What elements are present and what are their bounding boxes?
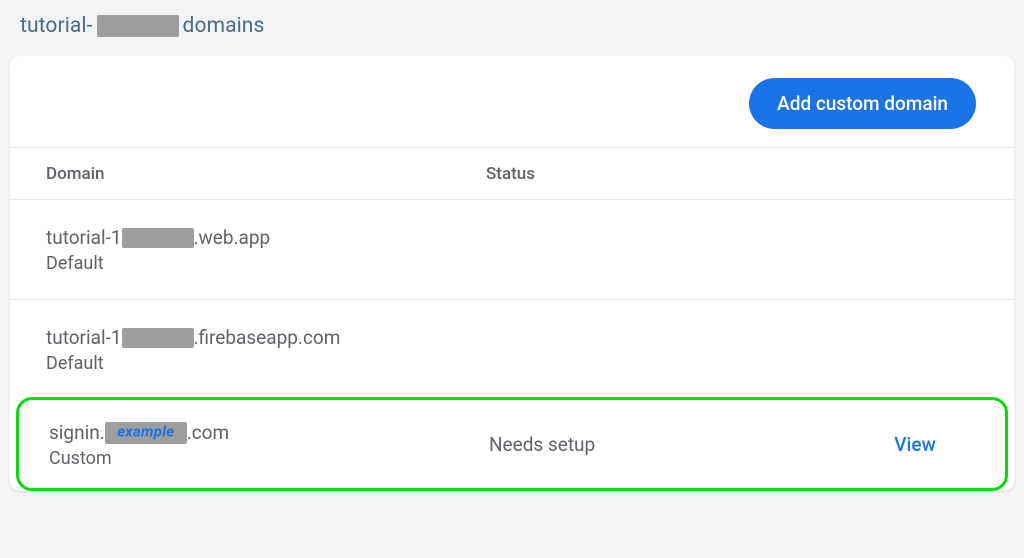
domain-type: Default (46, 253, 486, 274)
domain-name: tutorial-1.firebaseapp.com (46, 325, 486, 351)
table-header: Domain Status (10, 147, 1014, 199)
domains-card: Add custom domain Domain Status tutorial… (10, 56, 1014, 491)
domain-name: signin.example.com (49, 420, 489, 446)
domain-status: Needs setup (489, 433, 595, 456)
domain-name: tutorial-1.web.app (46, 225, 486, 251)
page-title: tutorial- domains (20, 14, 1014, 38)
title-prefix: tutorial- (20, 14, 93, 38)
domain-type: Custom (49, 448, 489, 469)
card-toolbar: Add custom domain (10, 78, 1014, 147)
add-custom-domain-button[interactable]: Add custom domain (749, 78, 976, 129)
redacted-block (122, 328, 194, 348)
redacted-block (122, 228, 194, 248)
view-link[interactable]: View (894, 433, 935, 456)
redacted-label: example (117, 418, 174, 444)
redacted-block: example (105, 422, 187, 444)
table-row: tutorial-1.web.app Default (10, 199, 1014, 299)
table-row-highlighted: signin.example.com Custom Needs setup Vi… (16, 397, 1008, 491)
col-header-domain: Domain (46, 164, 486, 184)
table-row: tutorial-1.firebaseapp.com Default (10, 299, 1014, 399)
title-suffix: domains (183, 14, 265, 38)
col-header-status: Status (486, 164, 858, 184)
domain-type: Default (46, 353, 486, 374)
redacted-block (97, 15, 179, 37)
